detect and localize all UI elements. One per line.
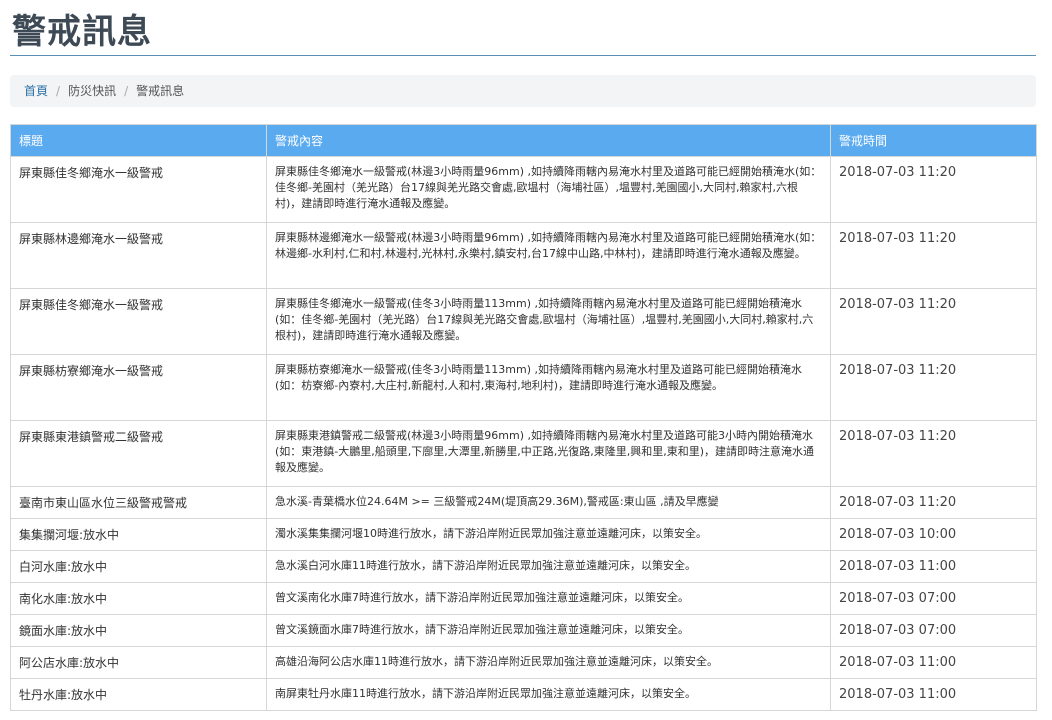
breadcrumb-separator: /: [124, 84, 129, 98]
warning-content: 南屏東牡丹水庫11時進行放水，請下游沿岸附近民眾加強注意並遠離河床，以策安全。: [266, 678, 831, 711]
table-header-row: 標題 警戒內容 警戒時間: [10, 124, 1037, 157]
warning-content: 高雄沿海阿公店水庫11時進行放水，請下游沿岸附近民眾加強注意並遠離河床，以策安全…: [266, 646, 831, 679]
warning-title: 臺南市東山區水位三級警戒警戒: [10, 486, 267, 519]
table-row: 屏東縣東港鎮警戒二級警戒 屏東縣東港鎮警戒二級警戒(林邊3小時雨量96mm) ,…: [10, 420, 1037, 487]
table-row: 屏東縣佳冬鄉淹水一級警戒 屏東縣佳冬鄉淹水一級警戒(林邊3小時雨量96mm) ,…: [10, 156, 1037, 223]
table-row: 屏東縣林邊鄉淹水一級警戒 屏東縣林邊鄉淹水一級警戒(林邊3小時雨量96mm) ,…: [10, 222, 1037, 289]
warning-content: 急水溪-青葉橋水位24.64M >= 三級警戒24M(堤頂高29.36M),警戒…: [266, 486, 831, 519]
column-header-time: 警戒時間: [830, 124, 1037, 157]
warning-title: 南化水庫:放水中: [10, 582, 267, 615]
warning-time: 2018-07-03 11:20: [830, 288, 1037, 355]
warning-content: 濁水溪集集攔河堰10時進行放水，請下游沿岸附近民眾加強注意並遠離河床，以策安全。: [266, 518, 831, 551]
warning-title: 牡丹水庫:放水中: [10, 678, 267, 711]
warning-title: 阿公店水庫:放水中: [10, 646, 267, 679]
warning-title: 屏東縣佳冬鄉淹水一級警戒: [10, 288, 267, 355]
warning-title: 屏東縣東港鎮警戒二級警戒: [10, 420, 267, 487]
warning-title: 屏東縣枋寮鄉淹水一級警戒: [10, 354, 267, 421]
warning-time: 2018-07-03 11:00: [830, 678, 1037, 711]
warning-content: 急水溪白河水庫11時進行放水，請下游沿岸附近民眾加強注意並遠離河床，以策安全。: [266, 550, 831, 583]
warning-time: 2018-07-03 11:20: [830, 156, 1037, 223]
table-row: 鏡面水庫:放水中 曾文溪鏡面水庫7時進行放水，請下游沿岸附近民眾加強注意並遠離河…: [10, 614, 1037, 647]
warning-time: 2018-07-03 11:20: [830, 486, 1037, 519]
page-title: 警戒訊息: [12, 12, 152, 52]
table-row: 牡丹水庫:放水中 南屏東牡丹水庫11時進行放水，請下游沿岸附近民眾加強注意並遠離…: [10, 678, 1037, 711]
table-row: 白河水庫:放水中 急水溪白河水庫11時進行放水，請下游沿岸附近民眾加強注意並遠離…: [10, 550, 1037, 583]
warning-title: 鏡面水庫:放水中: [10, 614, 267, 647]
warning-content: 屏東縣佳冬鄉淹水一級警戒(林邊3小時雨量96mm) ,如持續降雨轄內易淹水村里及…: [266, 156, 831, 223]
warning-time: 2018-07-03 11:20: [830, 222, 1037, 289]
warning-time: 2018-07-03 07:00: [830, 614, 1037, 647]
warning-content: 曾文溪南化水庫7時進行放水，請下游沿岸附近民眾加強注意並遠離河床，以策安全。: [266, 582, 831, 615]
page: 警戒訊息 首頁 / 防災快訊 / 警戒訊息 標題 警戒內容 警戒時間 屏東縣佳冬鄉淹水一…: [0, 0, 1052, 720]
breadcrumb-home-link[interactable]: 首頁: [24, 84, 48, 98]
warning-time: 2018-07-03 11:00: [830, 550, 1037, 583]
warning-content: 屏東縣林邊鄉淹水一級警戒(林邊3小時雨量96mm) ,如持續降雨轄內易淹水村里及…: [266, 222, 831, 289]
column-header-title: 標題: [10, 124, 267, 157]
warning-time: 2018-07-03 07:00: [830, 582, 1037, 615]
breadcrumb: 首頁 / 防災快訊 / 警戒訊息: [10, 75, 1036, 107]
warning-time: 2018-07-03 11:20: [830, 420, 1037, 487]
table-row: 南化水庫:放水中 曾文溪南化水庫7時進行放水，請下游沿岸附近民眾加強注意並遠離河…: [10, 582, 1037, 615]
title-divider: [10, 55, 1036, 56]
table-row: 屏東縣枋寮鄉淹水一級警戒 屏東縣枋寮鄉淹水一級警戒(佳冬3小時雨量113mm) …: [10, 354, 1037, 421]
warning-content: 屏東縣枋寮鄉淹水一級警戒(佳冬3小時雨量113mm) ,如持續降雨轄內易淹水村里…: [266, 354, 831, 421]
column-header-content: 警戒內容: [266, 124, 831, 157]
breadcrumb-current-page: 警戒訊息: [136, 84, 185, 98]
table-row: 集集攔河堰:放水中 濁水溪集集攔河堰10時進行放水，請下游沿岸附近民眾加強注意並…: [10, 518, 1037, 551]
warning-title: 白河水庫:放水中: [10, 550, 267, 583]
warning-table: 標題 警戒內容 警戒時間 屏東縣佳冬鄉淹水一級警戒 屏東縣佳冬鄉淹水一級警戒(林…: [10, 124, 1037, 711]
warning-title: 屏東縣林邊鄉淹水一級警戒: [10, 222, 267, 289]
warning-time: 2018-07-03 11:20: [830, 354, 1037, 421]
warning-title: 屏東縣佳冬鄉淹水一級警戒: [10, 156, 267, 223]
warning-title: 集集攔河堰:放水中: [10, 518, 267, 551]
warning-time: 2018-07-03 10:00: [830, 518, 1037, 551]
warning-content: 屏東縣佳冬鄉淹水一級警戒(佳冬3小時雨量113mm) ,如持續降雨轄內易淹水村里…: [266, 288, 831, 355]
breadcrumb-disaster-news-link[interactable]: 防災快訊: [68, 84, 116, 98]
table-row: 臺南市東山區水位三級警戒警戒 急水溪-青葉橋水位24.64M >= 三級警戒24…: [10, 486, 1037, 519]
table-row: 屏東縣佳冬鄉淹水一級警戒 屏東縣佳冬鄉淹水一級警戒(佳冬3小時雨量113mm) …: [10, 288, 1037, 355]
breadcrumb-separator: /: [56, 84, 61, 98]
warning-content: 曾文溪鏡面水庫7時進行放水，請下游沿岸附近民眾加強注意並遠離河床，以策安全。: [266, 614, 831, 647]
warning-content: 屏東縣東港鎮警戒二級警戒(林邊3小時雨量96mm) ,如持續降雨轄內易淹水村里及…: [266, 420, 831, 487]
warning-time: 2018-07-03 11:00: [830, 646, 1037, 679]
table-row: 阿公店水庫:放水中 高雄沿海阿公店水庫11時進行放水，請下游沿岸附近民眾加強注意…: [10, 646, 1037, 679]
